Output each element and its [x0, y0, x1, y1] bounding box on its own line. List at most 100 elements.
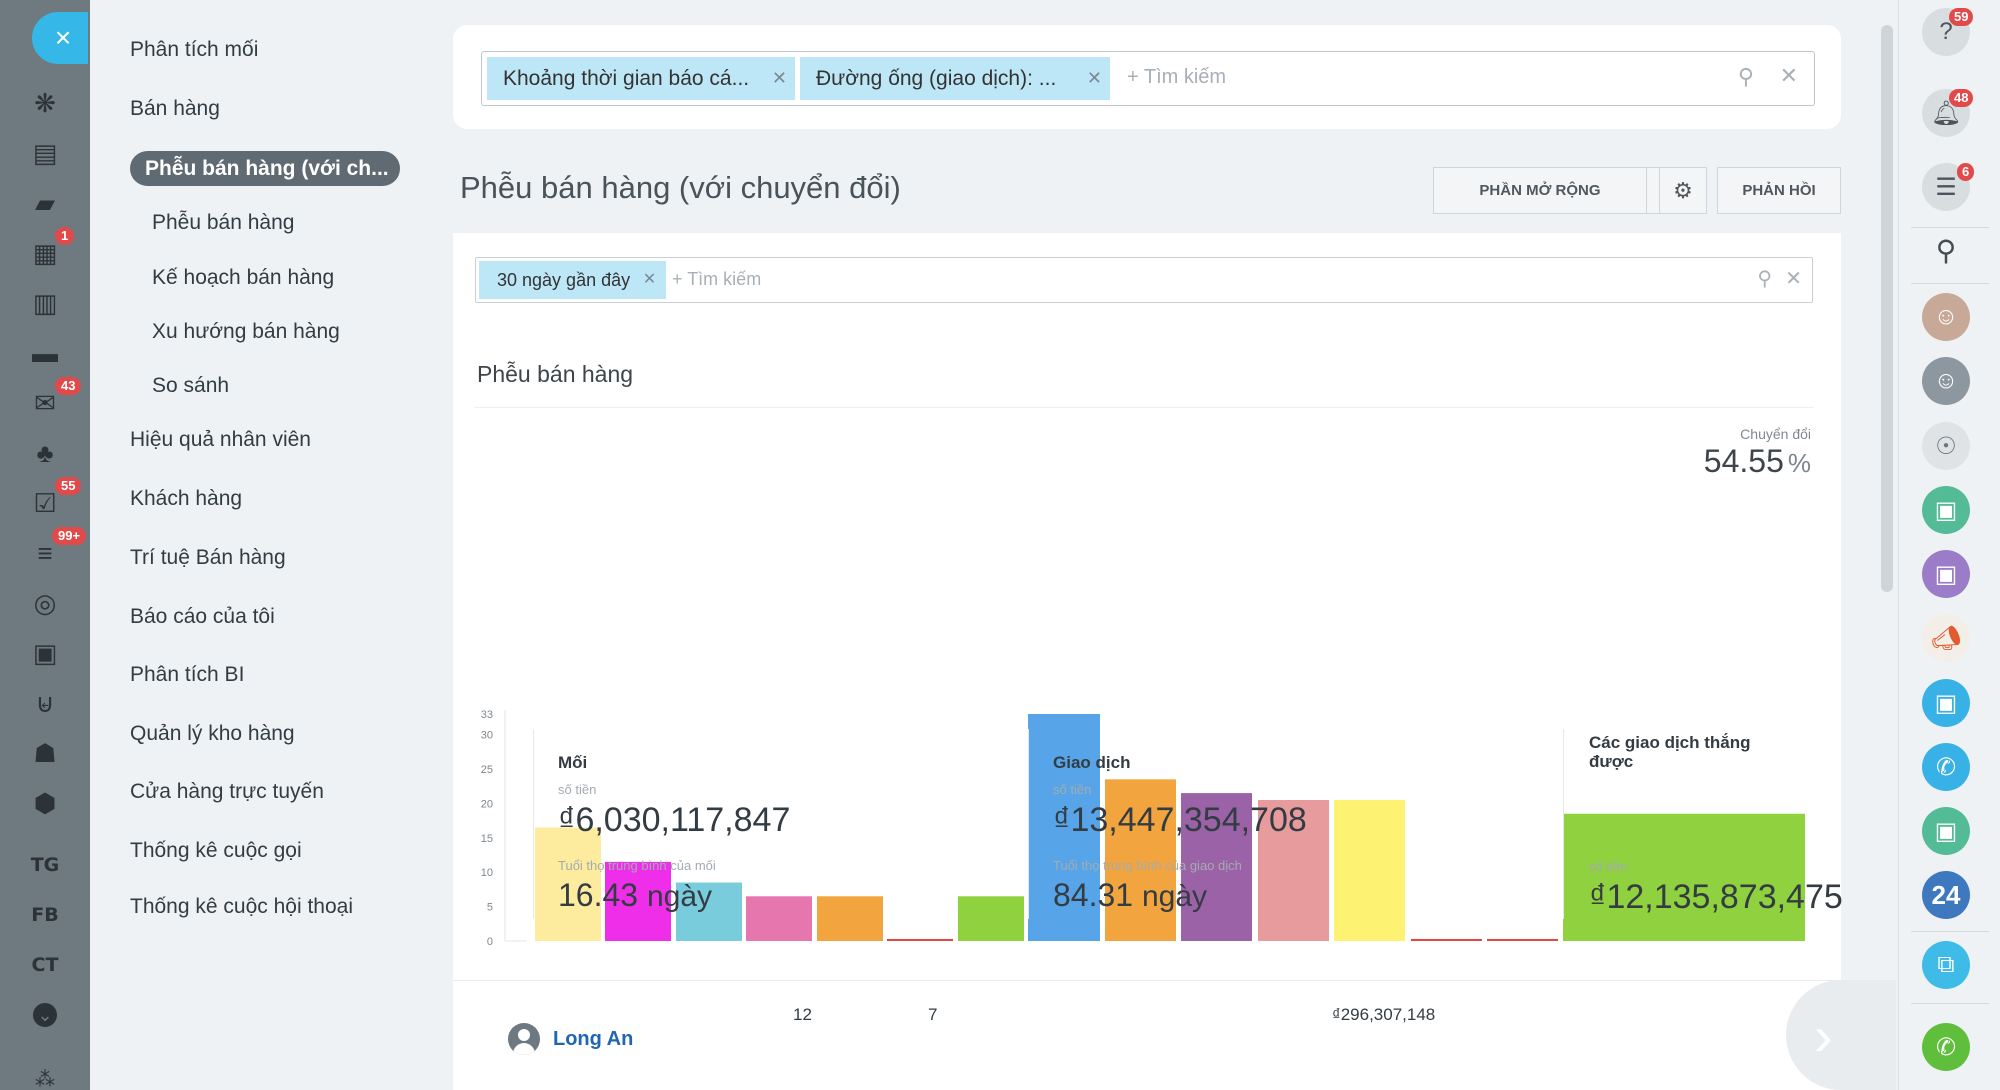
menu-item[interactable]: Kế hoạch bán hàng: [152, 266, 334, 290]
row-count-leads: 12: [793, 1005, 812, 1024]
open-channel-icon[interactable]: ▣: [1922, 679, 1970, 727]
extensions-button[interactable]: PHẦN MỞ RỘNG: [1433, 167, 1647, 214]
bot-avatar-icon[interactable]: ☉: [1922, 422, 1970, 470]
funnel-bar[interactable]: [958, 896, 1024, 941]
counter-badge: 43: [55, 377, 82, 395]
report-content: 30 ngày gần đây ✕ + Tìm kiếm ⚲ ✕ Phễu bá…: [453, 233, 1843, 1090]
y-tick-label: 20: [481, 798, 493, 810]
menu-item[interactable]: Trí tuệ Bán hàng: [130, 546, 286, 570]
search-icon[interactable]: ⚲: [1922, 226, 1970, 274]
crm-funnel-icon-glyph: ≡: [37, 538, 53, 568]
box-icon[interactable]: ⬢: [27, 785, 63, 821]
target-icon[interactable]: ◎: [27, 585, 63, 621]
leftbar-item-label: FB: [31, 904, 59, 926]
copy-icon[interactable]: ⧉: [1922, 941, 1970, 989]
report-search-input[interactable]: + Tìm kiếm: [672, 269, 761, 290]
robot-icon-glyph: ☗: [33, 738, 57, 768]
calendar-icon-glyph: ▦: [32, 238, 58, 268]
leftbar-item-label: CT: [31, 954, 59, 976]
filter-chip-pipeline[interactable]: Đường ống (giao dịch): ... ✕: [800, 57, 1110, 100]
more-icon[interactable]: ⌄: [27, 997, 63, 1033]
menu-item[interactable]: Phân tích mối: [130, 38, 258, 62]
document-icon[interactable]: ▥: [27, 285, 63, 321]
search-input[interactable]: + Tìm kiếm: [1127, 66, 1226, 89]
filter-chip-period[interactable]: Khoảng thời gian báo cá... ✕: [487, 57, 795, 100]
menu-item[interactable]: Thống kê cuộc hội thoại: [130, 895, 353, 919]
funnel-bar[interactable]: [887, 938, 953, 941]
open-channel-icon[interactable]: ▣: [1922, 807, 1970, 855]
chat-icon[interactable]: ▰: [27, 185, 63, 221]
employee-name-link[interactable]: Long An: [553, 1028, 633, 1051]
search-icon[interactable]: ⚲: [1738, 64, 1754, 90]
menu-item[interactable]: Hiệu quả nhân viên: [130, 428, 311, 452]
menu-item[interactable]: Phân tích BI: [130, 663, 244, 687]
top-filter-field[interactable]: Khoảng thời gian báo cá... ✕ Đường ống (…: [481, 51, 1815, 106]
feed-icon[interactable]: ▤: [27, 135, 63, 171]
scrollbar[interactable]: [1881, 25, 1893, 592]
phone-call-icon[interactable]: ✆: [1922, 743, 1970, 791]
menu-item-active-funnel-conversion[interactable]: Phễu bán hàng (với ch...: [130, 151, 400, 186]
drive-icon[interactable]: ▬: [27, 335, 63, 371]
close-icon[interactable]: ×: [32, 12, 88, 64]
stat-won-deals: Các giao dịch thắng được số tiền ₫12,135…: [1589, 729, 1843, 917]
analytics-icon[interactable]: ❋: [27, 85, 63, 121]
feedback-button[interactable]: PHẢN HỒI: [1717, 167, 1841, 214]
report-filter-field[interactable]: 30 ngày gần đây ✕ + Tìm kiếm ⚲ ✕: [475, 257, 1813, 303]
box-icon-glyph: ⬢: [33, 788, 57, 818]
clear-icon[interactable]: ✕: [1785, 266, 1802, 291]
leftbar-item-ct[interactable]: CT: [27, 947, 63, 983]
menu-item[interactable]: So sánh: [152, 374, 229, 398]
search-icon[interactable]: ⚲: [1757, 266, 1772, 291]
menu-item[interactable]: Báo cáo của tôi: [130, 605, 275, 629]
stat-amount: ₫6,030,117,847: [558, 801, 791, 839]
section-title: Phễu bán hàng: [477, 361, 634, 387]
menu-item[interactable]: Khách hàng: [130, 487, 242, 511]
funnel-bar[interactable]: [1487, 938, 1558, 941]
chip-remove-icon[interactable]: ✕: [1087, 57, 1102, 100]
megaphone-icon[interactable]: 📣︎: [1922, 614, 1970, 662]
settings-button[interactable]: ⚙: [1659, 167, 1707, 214]
clear-icon[interactable]: ✕: [1780, 63, 1798, 89]
bitrix24-icon[interactable]: 24: [1922, 871, 1970, 919]
row-amount: ₫296,307,148: [1332, 1005, 1436, 1024]
menu-item[interactable]: Thống kê cuộc gọi: [130, 839, 302, 863]
right-sidebar: ? 59 🔔︎ 48 ☰ 6 ⚲ ☺ ☺ ☉ ▣ ▣ 📣︎ ▣ ✆ ▣ 24 ⧉…: [1898, 0, 2000, 1090]
stat-amount: ₫13,447,354,708: [1053, 801, 1307, 839]
menu-item[interactable]: Cửa hàng trực tuyến: [130, 780, 324, 804]
divider: [1911, 1003, 1989, 1004]
open-channel-icon[interactable]: ▣: [1922, 486, 1970, 534]
leftbar-item-fb[interactable]: FB: [27, 897, 63, 933]
funnel-bar[interactable]: [1334, 799, 1405, 941]
stat-amount-label: số tiền: [1589, 859, 1628, 874]
divider: [475, 407, 1813, 408]
filter-chip-label: Đường ống (giao dịch): ...: [816, 67, 1057, 90]
shop-cart-icon[interactable]: ⊌: [27, 685, 63, 721]
chip-remove-icon[interactable]: ✕: [772, 57, 787, 100]
feed-badge: 6: [1957, 163, 1975, 181]
funnel-bar[interactable]: [1411, 938, 1482, 941]
next-page-button[interactable]: ›: [1786, 980, 1896, 1090]
phone-icon[interactable]: ✆: [1922, 1023, 1970, 1071]
funnel-bar[interactable]: [817, 896, 883, 941]
contacts-icon[interactable]: ♣: [27, 435, 63, 471]
stat-leads: Mối số tiền ₫6,030,117,847 Tuổi thọ trun…: [558, 729, 790, 914]
menu-item[interactable]: Quản lý kho hàng: [130, 722, 295, 746]
menu-item[interactable]: Xu hướng bán hàng: [152, 320, 340, 344]
counter-badge: 99+: [52, 527, 87, 545]
sitemap-icon[interactable]: ⁂: [27, 1062, 63, 1090]
shop-cart-icon-glyph: ⊌: [35, 688, 55, 718]
y-tick-label: 5: [487, 902, 493, 914]
user-avatar-icon[interactable]: ☺: [1922, 357, 1970, 405]
robot-icon[interactable]: ☗: [27, 735, 63, 771]
filter-chip-30-days[interactable]: 30 ngày gần đây ✕: [479, 261, 667, 299]
user-avatar-icon[interactable]: ☺: [1922, 293, 1970, 341]
open-channel-icon[interactable]: ▣: [1922, 550, 1970, 598]
menu-item[interactable]: Bán hàng: [130, 97, 220, 121]
leftbar-item-tg[interactable]: TG: [27, 847, 63, 883]
notify-badge: 48: [1949, 89, 1974, 107]
contact-card-icon[interactable]: ▣: [27, 635, 63, 671]
chip-remove-icon[interactable]: ✕: [643, 261, 656, 299]
y-tick-label: 0: [487, 936, 493, 948]
analytics-icon-glyph: ❋: [34, 88, 56, 118]
menu-item[interactable]: Phễu bán hàng: [152, 211, 294, 235]
